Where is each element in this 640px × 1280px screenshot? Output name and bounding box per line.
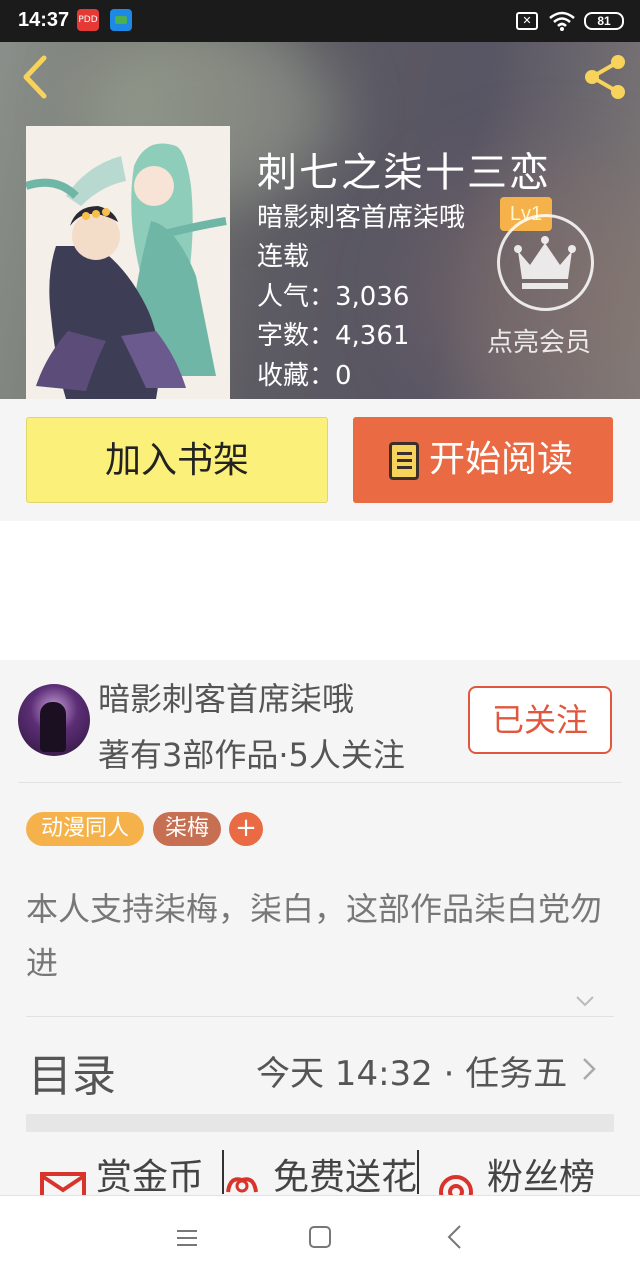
reward-row: 赏金币 免费送花 粉丝榜 (0, 1148, 640, 1198)
vip-label[interactable]: 点亮会员 (487, 322, 609, 359)
book-favorites: 收藏：0 (257, 361, 352, 391)
book-author[interactable]: 暗影刺客首席柒哦 (257, 197, 465, 234)
system-nav-bar (0, 1195, 640, 1280)
reward-flowers-label[interactable]: 免费送花 (273, 1148, 417, 1200)
pdd-app-icon: PDD (77, 9, 99, 31)
tag-anime-fanfic[interactable]: 动漫同人 (26, 812, 144, 846)
section-separator (26, 1114, 614, 1132)
book-detail-page: 14:37 PDD ✕ 81 刺七之柒十三恋 暗影刺客首席柒哦 Lv1 连载 人… (0, 0, 640, 1280)
follow-button[interactable]: 已关注 (468, 686, 612, 754)
action-bar: 加入书架 开始阅读 (0, 399, 640, 521)
share-icon[interactable] (580, 52, 630, 102)
toc-latest-chapter[interactable]: 今天 14:32 · 任务五 (256, 1046, 567, 1095)
status-bar: 14:37 PDD ✕ 81 (0, 0, 640, 42)
vip-crown-button[interactable] (497, 214, 594, 311)
home-icon[interactable] (309, 1226, 331, 1248)
start-reading-button[interactable]: 开始阅读 (353, 417, 613, 503)
status-time: 14:37 (18, 9, 70, 31)
back-nav-icon[interactable] (444, 1224, 466, 1250)
toc-title[interactable]: 目录 (28, 1040, 116, 1104)
reward-coins-label[interactable]: 赏金币 (96, 1148, 204, 1200)
book-cover[interactable] (26, 126, 230, 399)
divider (26, 1016, 614, 1017)
chevron-down-icon[interactable] (574, 990, 596, 1012)
back-icon[interactable] (14, 52, 54, 102)
divider (18, 782, 622, 783)
chevron-right-icon[interactable] (580, 1056, 598, 1082)
add-tag-button[interactable]: + (229, 812, 263, 846)
crown-icon (514, 236, 576, 289)
author-name[interactable]: 暗影刺客首席柒哦 (98, 674, 354, 720)
battery-indicator: 81 (584, 12, 624, 30)
reward-fans-label[interactable]: 粉丝榜 (487, 1148, 595, 1200)
book-popularity: 人气：3,036 (257, 282, 410, 312)
author-avatar[interactable] (18, 684, 90, 756)
author-stats: 著有3部作品·5人关注 (98, 736, 405, 774)
target-icon[interactable] (438, 1172, 474, 1196)
book-title: 刺七之柒十三恋 (257, 150, 551, 196)
ad-space (0, 521, 640, 660)
add-to-shelf-button[interactable]: 加入书架 (26, 417, 328, 503)
book-icon (389, 442, 419, 480)
flower-icon[interactable] (222, 1172, 262, 1196)
start-reading-label: 开始阅读 (429, 439, 574, 480)
book-status: 连载 (257, 242, 310, 272)
envelope-icon[interactable] (40, 1172, 86, 1196)
menu-icon[interactable] (176, 1228, 198, 1248)
book-word-count: 字数：4,361 (257, 321, 410, 351)
video-app-icon (110, 9, 132, 31)
author-section: 暗影刺客首席柒哦 著有3部作品·5人关注 已关注 动漫同人 柒梅 + 本人支持柒… (0, 660, 640, 1198)
sim-icon: ✕ (516, 12, 538, 30)
divider (417, 1150, 419, 1194)
wifi-icon (549, 11, 575, 31)
tag-pairing[interactable]: 柒梅 (153, 812, 221, 846)
book-description: 本人支持柒梅，柒白，这部作品柒白党勿进 (26, 890, 603, 982)
